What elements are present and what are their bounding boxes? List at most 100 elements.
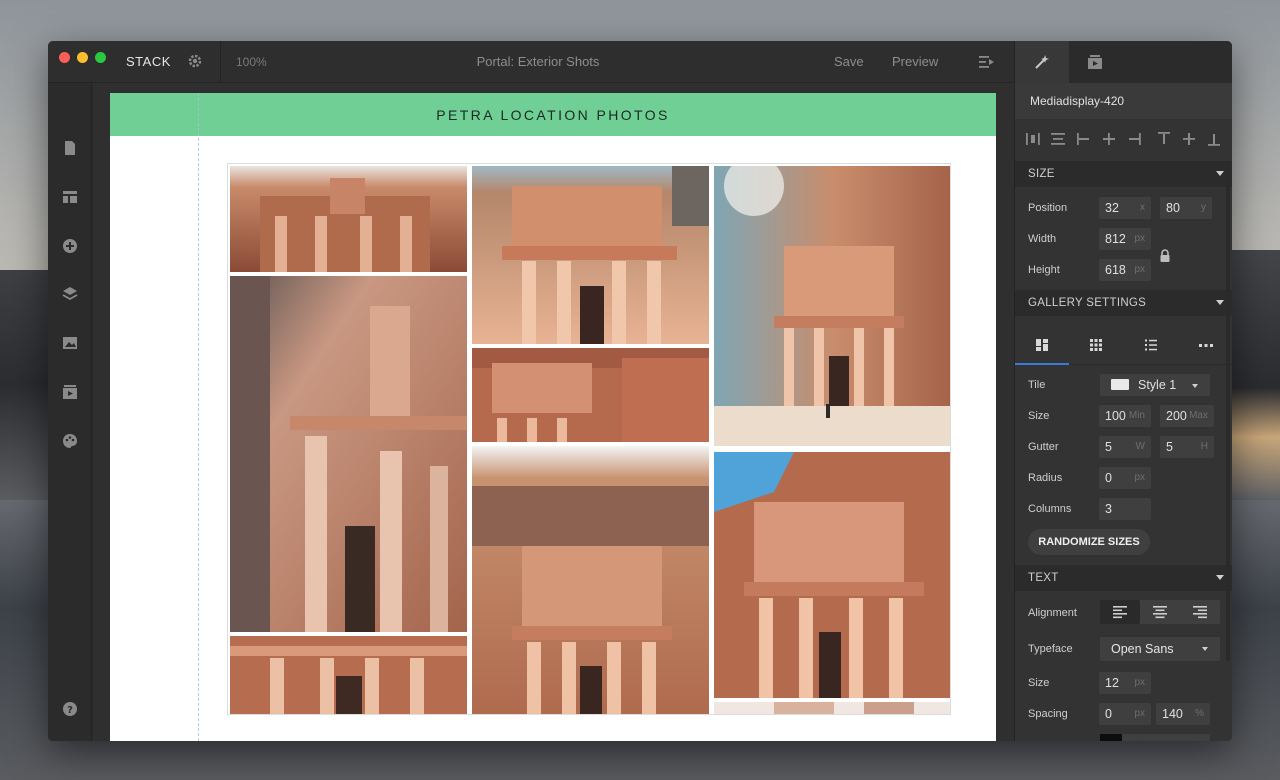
align-middle-icon[interactable] [1181,131,1197,147]
zoom-level[interactable]: 100% [236,55,267,69]
publish-icon[interactable] [978,53,996,71]
size-min-field[interactable]: 100 Min [1099,405,1151,427]
text-align-left-icon[interactable] [1112,604,1128,620]
distribute-horizontal-icon[interactable] [1025,131,1041,147]
add-icon[interactable] [61,237,79,255]
gutter-label: Gutter [1028,441,1059,453]
section-title: TEXT [1028,572,1059,584]
lock-icon[interactable] [1158,248,1172,264]
field-value: 812 [1105,232,1126,246]
gallery-photo[interactable] [472,348,709,442]
align-top-icon[interactable] [1156,131,1172,147]
align-left-icon[interactable] [1076,131,1092,147]
field-unit: px [1134,677,1145,688]
help-icon[interactable]: ? [61,700,79,718]
randomize-sizes-button[interactable]: RANDOMIZE SIZES [1028,529,1150,555]
radius-field[interactable]: 0 px [1099,467,1151,489]
chevron-down-icon [1216,575,1224,580]
preview-button[interactable]: Preview [892,54,938,69]
select-value: Style 1 [1138,378,1177,392]
element-name[interactable]: Mediadisplay-420 [1030,94,1124,108]
field-unit: px [1134,264,1145,275]
tile-layout-icon[interactable] [1034,337,1050,353]
align-center-icon[interactable] [1101,131,1117,147]
color-swatch[interactable] [1100,734,1122,741]
alignment-toolbar [1015,119,1232,161]
photo-gallery[interactable] [227,163,951,715]
align-center-horizontal-icon[interactable] [1050,131,1066,147]
align-bottom-icon[interactable] [1206,131,1222,147]
gallery-photo[interactable] [230,636,467,714]
tile-style-swatch [1111,379,1129,390]
field-unit: y [1201,202,1206,213]
toolbar-divider [220,41,221,83]
gallery-photo[interactable] [714,702,950,714]
magic-wand-icon[interactable] [1034,54,1050,70]
gallery-photo[interactable] [472,446,709,714]
field-value: 618 [1105,263,1126,277]
layout-icon[interactable] [61,188,79,206]
layers-icon[interactable] [61,285,79,303]
size-max-field[interactable]: 200 Max [1160,405,1214,427]
field-unit: W [1135,441,1145,452]
grid-layout-icon[interactable] [1088,337,1104,353]
text-section-header[interactable]: TEXT [1015,565,1232,591]
text-color-field[interactable] [1100,734,1210,741]
header-banner[interactable]: PETRA LOCATION PHOTOS [110,93,996,136]
columns-label: Columns [1028,503,1072,515]
page-canvas[interactable]: PETRA LOCATION PHOTOS [110,93,996,741]
field-value: 3 [1105,502,1112,516]
media-icon[interactable] [61,383,79,401]
font-size-field[interactable]: 12 px [1099,672,1151,694]
document-title: Portal: Exterior Shots [476,54,600,69]
left-toolbar: ? [48,83,92,741]
size-label: Size [1028,410,1050,422]
close-window-button[interactable] [59,52,70,63]
gallery-photo[interactable] [472,166,709,344]
size-section-header[interactable]: SIZE [1015,161,1232,187]
gutter-width-field[interactable]: 5 W [1099,436,1151,458]
page-icon[interactable] [61,139,79,157]
gutter-height-field[interactable]: 5 H [1160,436,1214,458]
list-layout-icon[interactable] [1143,337,1159,353]
typeface-select[interactable]: Open Sans [1100,637,1220,661]
position-x-field[interactable]: 32 x [1099,197,1151,219]
minimize-window-button[interactable] [77,52,88,63]
position-y-field[interactable]: 80 y [1160,197,1212,219]
media-icon[interactable] [1087,54,1103,70]
image-icon[interactable] [61,334,79,352]
palette-icon[interactable] [61,432,79,450]
gear-icon[interactable] [186,52,204,70]
columns-field[interactable]: 3 [1099,498,1151,520]
height-field[interactable]: 618 px [1099,259,1151,281]
gallery-photo[interactable] [714,166,950,446]
typeface-label: Typeface [1028,643,1073,655]
line-height-field[interactable]: 140 % [1156,703,1210,725]
field-value: 100 [1105,409,1126,423]
gallery-photo[interactable] [230,276,467,632]
zoom-window-button[interactable] [95,52,106,63]
width-field[interactable]: 812 px [1099,228,1151,250]
field-unit: px [1134,708,1145,719]
banner-title: PETRA LOCATION PHOTOS [436,106,670,123]
gallery-photo[interactable] [230,166,467,272]
field-unit: % [1195,708,1204,719]
tile-style-select[interactable]: Style 1 [1100,374,1210,396]
gallery-settings-header[interactable]: GALLERY SETTINGS [1015,290,1232,316]
gallery-photo[interactable] [714,452,950,698]
more-options-icon[interactable] [1198,337,1214,353]
spacing-label: Spacing [1028,708,1068,720]
field-value: 5 [1105,440,1112,454]
inspector-scrollbar[interactable] [1226,161,1230,661]
save-button[interactable]: Save [834,54,864,69]
letter-spacing-field[interactable]: 0 px [1099,703,1151,725]
app-name: STACK [126,54,171,69]
text-align-center-icon[interactable] [1152,604,1168,620]
chevron-down-icon [1216,300,1224,305]
align-right-icon[interactable] [1126,131,1142,147]
text-align-right-icon[interactable] [1192,604,1208,620]
active-tab-indicator [1015,363,1069,365]
width-label: Width [1028,233,1057,245]
field-value: 200 [1166,409,1187,423]
field-value: 32 [1105,201,1119,215]
